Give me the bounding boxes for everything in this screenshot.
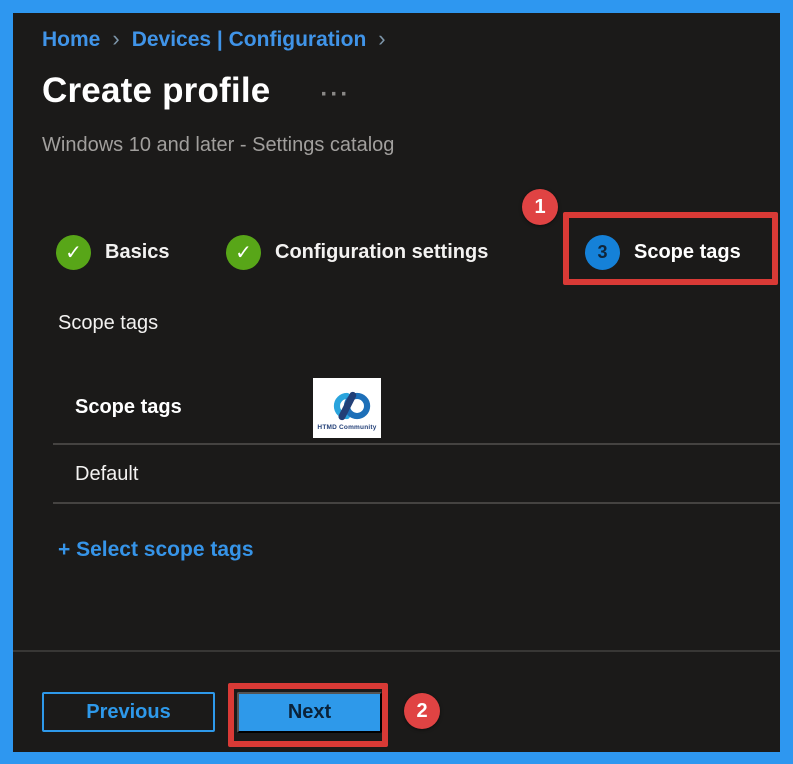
step-number-icon: 3 (585, 235, 620, 270)
table-divider (53, 502, 780, 504)
wizard-step-label: Basics (105, 241, 170, 264)
chevron-right-icon: › (112, 26, 119, 52)
check-icon: ✓ (56, 235, 91, 270)
previous-button[interactable]: Previous (42, 692, 215, 732)
htmd-logo-mark (322, 389, 372, 423)
annotation-badge-1: 1 (522, 189, 558, 225)
check-icon: ✓ (226, 235, 261, 270)
profile-type-subtitle: Windows 10 and later - Settings catalog (42, 134, 394, 157)
title-row: Create profile ··· (42, 71, 350, 111)
next-button[interactable]: Next (237, 692, 382, 733)
footer-divider (13, 650, 780, 652)
scope-tags-section-label: Scope tags (58, 312, 158, 335)
scope-tag-row-default: Default (75, 463, 138, 486)
breadcrumb-devices-configuration-link[interactable]: Devices | Configuration (132, 28, 367, 52)
wizard-step-scope-tags[interactable]: 3 Scope tags (585, 234, 741, 270)
breadcrumb-home-link[interactable]: Home (42, 28, 100, 52)
more-menu-icon[interactable]: ··· (320, 81, 350, 109)
select-scope-tags-link[interactable]: + Select scope tags (58, 538, 254, 562)
table-divider (53, 443, 780, 445)
breadcrumb: Home › Devices | Configuration › (42, 27, 386, 53)
scope-tags-column-header: Scope tags (75, 396, 182, 419)
annotation-badge-2: 2 (404, 693, 440, 729)
wizard-step-label: Scope tags (634, 241, 741, 264)
htmd-community-logo: HTMD Community (313, 378, 381, 438)
wizard-step-basics[interactable]: ✓ Basics (56, 234, 170, 270)
wizard-step-configuration-settings[interactable]: ✓ Configuration settings (226, 234, 488, 270)
create-profile-page: Home › Devices | Configuration › Create … (13, 13, 780, 752)
htmd-logo-text: HTMD Community (317, 424, 376, 431)
page-title: Create profile (42, 71, 270, 111)
wizard-step-label: Configuration settings (275, 241, 488, 264)
screenshot-frame: Home › Devices | Configuration › Create … (0, 0, 793, 764)
chevron-right-icon: › (378, 26, 385, 52)
